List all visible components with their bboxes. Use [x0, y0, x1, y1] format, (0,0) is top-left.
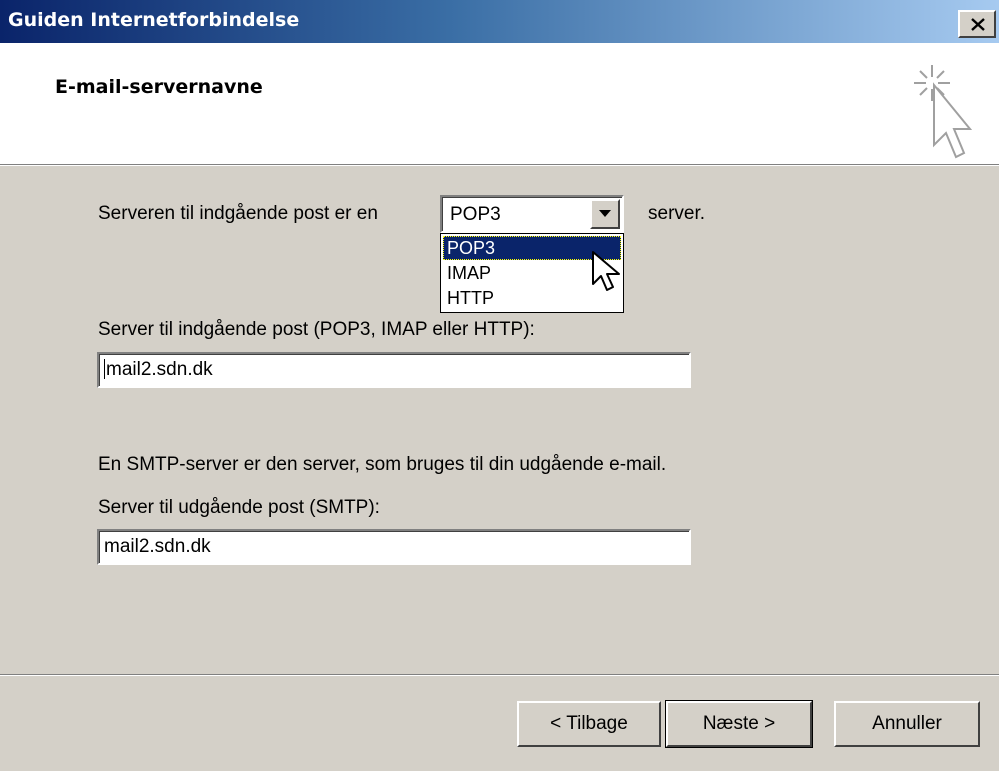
- incoming-server-text: mail2.sdn.dk: [106, 359, 213, 380]
- header-panel: E-mail-servernavne: [0, 43, 999, 164]
- outgoing-server-field[interactable]: mail2.sdn.dk: [97, 529, 691, 565]
- combo-selected-value: POP3: [450, 204, 501, 225]
- mouse-pointer-icon: [592, 251, 620, 291]
- chevron-down-icon: [599, 210, 611, 217]
- text-caret: [104, 359, 105, 379]
- smtp-info-text: En SMTP-server er den server, som bruges…: [98, 454, 667, 475]
- outgoing-server-label: Server til udgående post (SMTP):: [98, 497, 380, 518]
- window-title: Guiden Internetforbindelse: [8, 9, 300, 31]
- incoming-server-field[interactable]: mail2.sdn.dk: [97, 352, 691, 388]
- incoming-server-label: Server til indgående post (POP3, IMAP el…: [98, 319, 535, 340]
- incoming-type-label: Serveren til indgående post er en: [98, 203, 378, 224]
- title-bar[interactable]: Guiden Internetforbindelse: [0, 0, 999, 43]
- page-title: E-mail-servernavne: [55, 76, 263, 98]
- server-suffix-label: server.: [648, 203, 706, 224]
- incoming-server-type-select[interactable]: POP3: [440, 195, 624, 233]
- wizard-dialog: Guiden Internetforbindelse E-mail-server…: [0, 0, 999, 771]
- close-button[interactable]: [958, 10, 996, 38]
- wizard-cursor-icon: [914, 65, 973, 159]
- cancel-button[interactable]: Annuller: [834, 701, 980, 747]
- back-button[interactable]: < Tilbage: [517, 701, 661, 747]
- dropdown-button[interactable]: [590, 199, 620, 229]
- incoming-server-value: mail2.sdn.dk: [104, 359, 213, 381]
- next-button[interactable]: Næste >: [665, 700, 813, 748]
- footer-divider-highlight: [0, 675, 999, 676]
- header-divider-highlight: [0, 165, 999, 166]
- outgoing-server-value: mail2.sdn.dk: [104, 536, 211, 557]
- close-icon: [971, 18, 985, 31]
